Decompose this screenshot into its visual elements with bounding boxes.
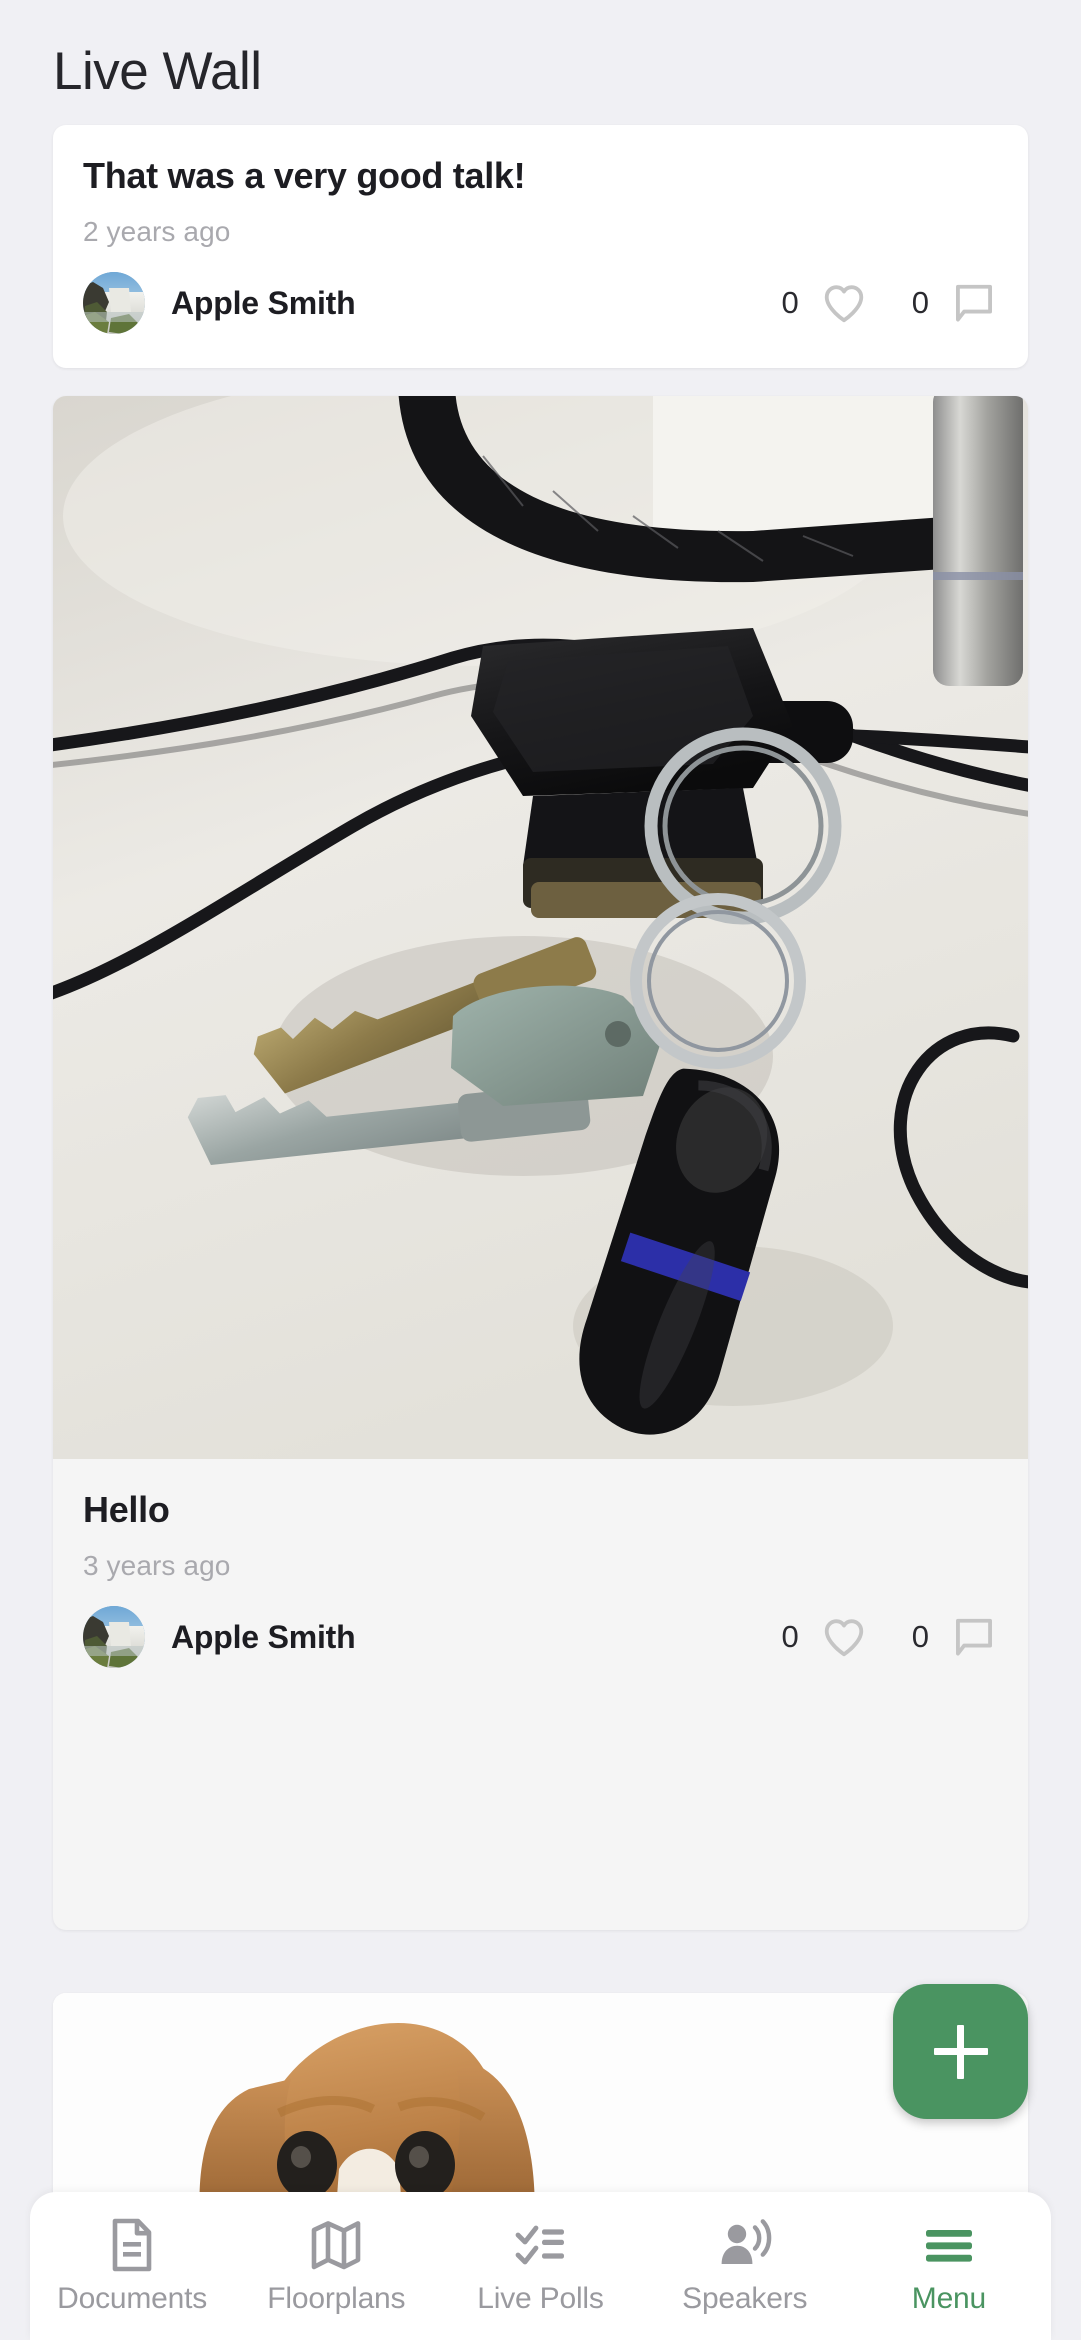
plus-icon-vertical — [957, 2024, 964, 2079]
post-card-body: Hello 3 years ago — [53, 1459, 1028, 1582]
hamburger-icon — [922, 2216, 976, 2274]
comment-action[interactable]: 0 — [912, 1613, 998, 1661]
comment-count: 0 — [911, 1619, 929, 1655]
checklist-icon — [514, 2216, 568, 2274]
nav-item-live-polls[interactable]: Live Polls — [438, 2216, 642, 2316]
avatar[interactable] — [83, 1606, 145, 1669]
post-timestamp: 2 years ago — [83, 216, 231, 248]
document-icon — [107, 2216, 157, 2274]
nav-label-live-polls: Live Polls — [477, 2282, 604, 2315]
heart-icon[interactable] — [820, 1613, 868, 1661]
comment-icon[interactable] — [950, 1613, 998, 1661]
like-count: 0 — [781, 1619, 799, 1655]
like-action[interactable]: 0 — [782, 1613, 868, 1661]
bottom-navigation: Documents Floorplans Live Polls Speakers… — [30, 2192, 1051, 2340]
post-image[interactable] — [53, 396, 1028, 1459]
post-title: Hello — [83, 1489, 170, 1530]
avatar[interactable] — [83, 272, 145, 335]
post-timestamp: 3 years ago — [83, 1550, 231, 1582]
nav-item-floorplans[interactable]: Floorplans — [234, 2216, 438, 2316]
post-card[interactable]: Hello 3 years ago Apple Smith 0 0 — [53, 396, 1028, 1930]
nav-label-floorplans: Floorplans — [267, 2282, 406, 2315]
author-name: Apple Smith — [171, 1618, 356, 1655]
person-speak-icon — [718, 2216, 772, 2274]
nav-label-documents: Documents — [57, 2282, 208, 2315]
post-meta-row: Apple Smith 0 0 — [53, 248, 1028, 335]
map-icon — [310, 2216, 362, 2274]
like-action[interactable]: 0 — [782, 279, 868, 327]
page-title: Live Wall — [53, 42, 262, 101]
author-name: Apple Smith — [171, 284, 356, 321]
post-actions: 0 0 — [782, 1613, 999, 1661]
post-card[interactable]: That was a very good talk! 2 years ago A… — [53, 125, 1028, 368]
nav-item-speakers[interactable]: Speakers — [643, 2216, 847, 2316]
nav-label-speakers: Speakers — [682, 2282, 808, 2315]
like-count: 0 — [781, 285, 799, 321]
add-post-fab[interactable] — [893, 1984, 1028, 2119]
post-actions: 0 0 — [782, 279, 999, 327]
comment-count: 0 — [911, 285, 929, 321]
post-meta-row: Apple Smith 0 0 — [53, 1582, 1028, 1669]
nav-item-documents[interactable]: Documents — [30, 2216, 234, 2316]
post-title: That was a very good talk! — [83, 155, 526, 196]
live-wall-screen: Live Wall That was a very good talk! 2 y… — [0, 0, 1081, 2340]
nav-item-menu[interactable]: Menu — [847, 2216, 1051, 2316]
heart-icon[interactable] — [820, 279, 868, 327]
nav-label-menu: Menu — [911, 2282, 987, 2315]
post-card-body: That was a very good talk! 2 years ago — [53, 125, 1028, 248]
comment-icon[interactable] — [950, 279, 998, 327]
comment-action[interactable]: 0 — [912, 279, 998, 327]
